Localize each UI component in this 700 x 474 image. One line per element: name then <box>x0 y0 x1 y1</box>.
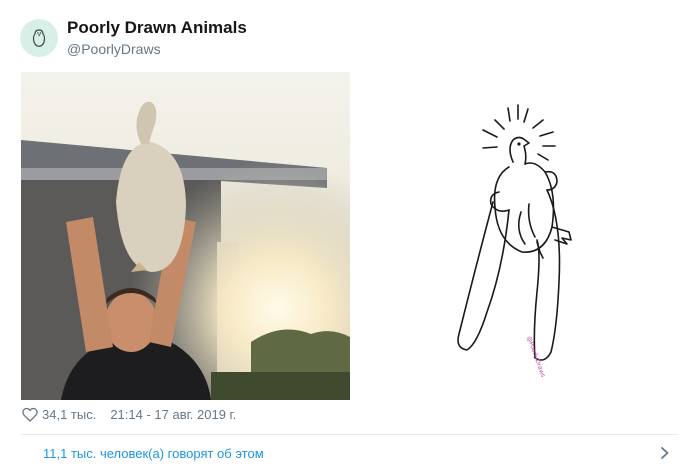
tweet-header: Poorly Drawn Animals @PoorlyDraws <box>20 18 247 58</box>
like-button[interactable]: 34,1 тыс. <box>22 407 96 422</box>
author-handle[interactable]: @PoorlyDraws <box>67 40 247 58</box>
chevron-right-icon <box>661 447 669 459</box>
bird-icon <box>32 29 46 47</box>
media-photo[interactable] <box>21 72 350 400</box>
drawing-image: @PoorlyDraws <box>457 104 572 378</box>
tweet-media: @PoorlyDraws <box>21 72 678 400</box>
drawing-signature: @PoorlyDraws <box>525 335 546 378</box>
people-talking-link[interactable]: 11,1 тыс. человек(а) говорят об этом <box>21 434 678 472</box>
tweet-card: Poorly Drawn Animals @PoorlyDraws @Poorl… <box>0 0 700 474</box>
like-count: 34,1 тыс. <box>42 406 97 422</box>
tweet-meta: 34,1 тыс. 21:14 - 17 авг. 2019 г. <box>22 404 236 424</box>
author-display-name[interactable]: Poorly Drawn Animals <box>67 18 247 38</box>
heart-icon <box>22 407 38 422</box>
tweet-timestamp[interactable]: 21:14 - 17 авг. 2019 г. <box>110 407 236 422</box>
media-drawing[interactable]: @PoorlyDraws <box>357 72 678 400</box>
photo-image <box>21 72 350 400</box>
people-talking-text: 11,1 тыс. человек(а) говорят об этом <box>43 446 264 461</box>
avatar[interactable] <box>20 19 58 57</box>
author-names: Poorly Drawn Animals @PoorlyDraws <box>67 18 247 58</box>
